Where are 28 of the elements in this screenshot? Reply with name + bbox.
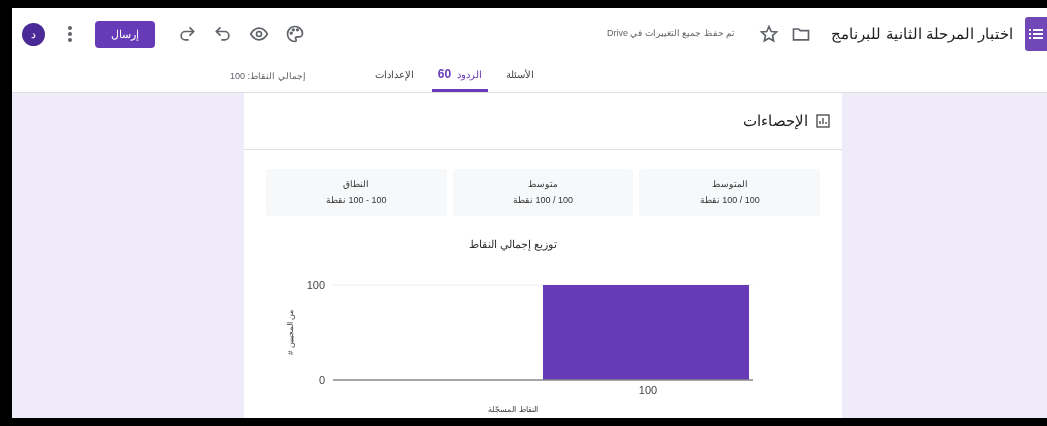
statistics-title: الإحصاءات bbox=[743, 110, 808, 131]
stat-value: 100 / 100 نقطة bbox=[512, 194, 574, 207]
x-axis-label: النقاط المسجّلة bbox=[488, 404, 538, 414]
y-tick-label: 0 bbox=[318, 373, 325, 386]
total-points: إجمالي النقاط: 100 bbox=[230, 70, 306, 83]
stat-value: 100 - 100 نقطة bbox=[326, 194, 387, 207]
chart-title: توزيع إجمالي النقاط bbox=[468, 237, 558, 253]
stat-label: متوسط bbox=[528, 177, 558, 191]
save-status: تم حفظ جميع التغييرات في Drive bbox=[606, 27, 736, 41]
y-axis-label: # من المجيبين bbox=[286, 309, 295, 355]
send-button[interactable]: إرسال bbox=[95, 20, 155, 48]
avatar[interactable]: د bbox=[22, 22, 45, 46]
more-options-icon[interactable] bbox=[67, 25, 73, 43]
star-icon[interactable] bbox=[759, 24, 780, 44]
x-tick-label: 100 bbox=[638, 383, 658, 396]
tab[interactable]: الأسئلة bbox=[500, 59, 541, 92]
stat-label: النطاق bbox=[343, 177, 370, 191]
bar-chart-icon bbox=[816, 114, 830, 128]
stat-value: 100 / 100 نقطة bbox=[699, 194, 760, 207]
palette-icon[interactable] bbox=[285, 24, 305, 44]
forms-logo-icon[interactable] bbox=[1025, 17, 1047, 51]
tab[interactable]: الإعدادات bbox=[368, 59, 420, 92]
form-title[interactable]: اختبار المرحلة الثانية للبرنامج bbox=[831, 22, 1013, 46]
undo-icon[interactable] bbox=[213, 24, 233, 44]
stat-label: المتوسط bbox=[711, 177, 748, 191]
redo-icon[interactable] bbox=[177, 24, 197, 44]
preview-eye-icon[interactable] bbox=[249, 24, 269, 44]
y-tick-label: 100 bbox=[306, 278, 325, 291]
